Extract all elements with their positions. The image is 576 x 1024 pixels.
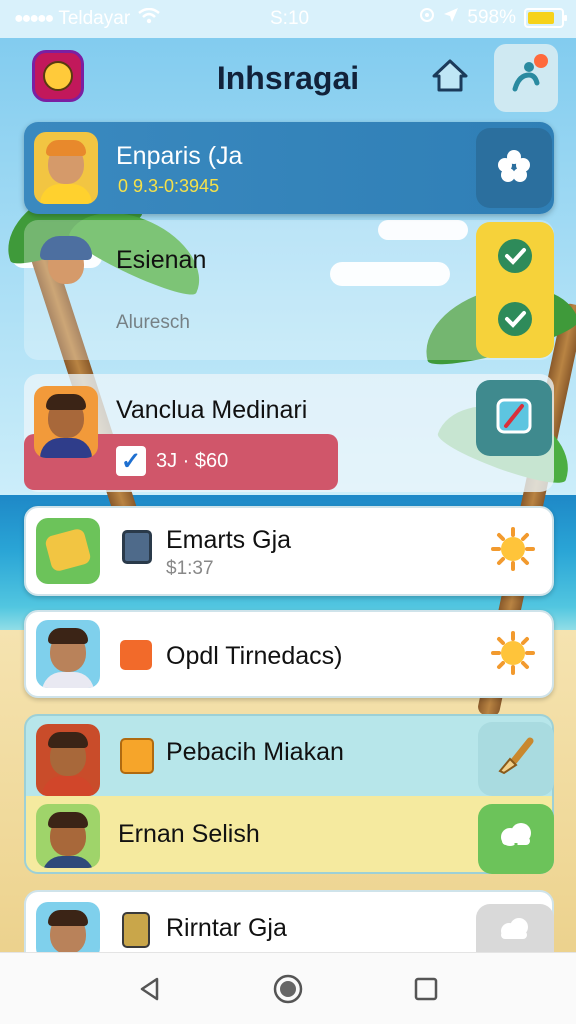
status-button[interactable] — [488, 526, 538, 576]
profile-button[interactable] — [494, 44, 558, 112]
contact-name: Rirntar Gja — [166, 914, 287, 942]
avatar — [36, 620, 100, 688]
status-bar: ●●●●● Teldayar S:10 598% — [0, 0, 576, 38]
contact-name: Opdl Tirnedacs) — [166, 642, 343, 670]
battery-percent: 598% — [467, 7, 516, 28]
notification-dot — [534, 54, 548, 68]
app-header: Inhsragai — [0, 38, 576, 120]
contact-name: Vanclua Medinari — [116, 396, 308, 424]
contact-detail: $1:37 — [166, 558, 214, 579]
check-icon — [497, 238, 533, 279]
document-icon — [122, 530, 152, 564]
avatar — [34, 132, 98, 204]
avatar — [36, 724, 100, 796]
contact-detail: 3J · $60 — [156, 450, 229, 472]
favorite-button[interactable] — [476, 128, 552, 208]
contact-card[interactable]: Rirntar Gja — [24, 890, 554, 962]
status-button[interactable] — [488, 630, 538, 680]
avatar — [34, 232, 98, 304]
contact-card[interactable]: Opdl Tirnedacs) — [24, 610, 554, 698]
compass-icon — [494, 396, 534, 441]
edit-button[interactable] — [478, 722, 554, 796]
wifi-icon — [138, 7, 160, 30]
tag-icon — [120, 640, 152, 670]
contact-row-lower — [26, 796, 552, 872]
contact-name: Ernan Selish — [118, 820, 260, 848]
page-title: Inhsragai — [216, 60, 360, 96]
contact-name: Esienan — [116, 246, 207, 274]
navigate-button[interactable] — [476, 380, 552, 456]
cloud-icon — [496, 821, 536, 858]
home-icon[interactable] — [428, 54, 472, 98]
recents-button[interactable] — [408, 973, 444, 1009]
contact-name: Emarts Gja — [166, 526, 292, 554]
contact-group-card[interactable]: Pebacih Miakan Ernan Selish — [24, 714, 554, 874]
clock: S:10 — [270, 8, 310, 29]
star-icon — [496, 148, 532, 189]
battery-icon — [524, 8, 567, 28]
recents-icon — [413, 976, 439, 1007]
contact-name: Pebacih Miakan — [166, 738, 344, 766]
contact-detail: 0 9.3-0:3945 — [118, 176, 220, 196]
grid-icon — [120, 738, 154, 774]
cloud-icon — [497, 917, 533, 950]
avatar — [36, 518, 100, 584]
sun-icon — [491, 630, 535, 680]
avatar — [36, 804, 100, 868]
location-icon — [443, 7, 459, 29]
confirm-button[interactable] — [476, 222, 554, 358]
alarm-icon — [419, 7, 435, 29]
carrier-label: Teldayar — [58, 8, 131, 29]
contact-card[interactable]: Enparis (Ja 0 9.3-0:3945 — [24, 122, 554, 214]
brush-icon — [496, 737, 536, 782]
tool-icon — [122, 912, 150, 948]
upload-button[interactable] — [478, 804, 554, 874]
system-navigation-bar — [0, 952, 576, 1024]
contact-name: Enparis (Ja — [116, 142, 243, 170]
contact-detail: Aluresch — [116, 312, 190, 333]
home-button[interactable] — [270, 973, 306, 1009]
back-button[interactable] — [132, 973, 168, 1009]
avatar — [34, 386, 98, 458]
contact-card[interactable]: Emarts Gja $1:37 — [24, 506, 554, 596]
contact-card[interactable]: Vanclua Medinari ✓ 3J · $60 — [24, 374, 554, 492]
sun-icon — [491, 526, 535, 576]
home-circle-icon — [272, 973, 304, 1010]
check-icon — [497, 301, 533, 342]
contact-card[interactable]: Esienan Aluresch — [24, 220, 554, 360]
back-icon — [137, 976, 163, 1007]
checkbox[interactable]: ✓ — [116, 446, 146, 476]
signal-icon: ●●●●● — [14, 10, 54, 27]
